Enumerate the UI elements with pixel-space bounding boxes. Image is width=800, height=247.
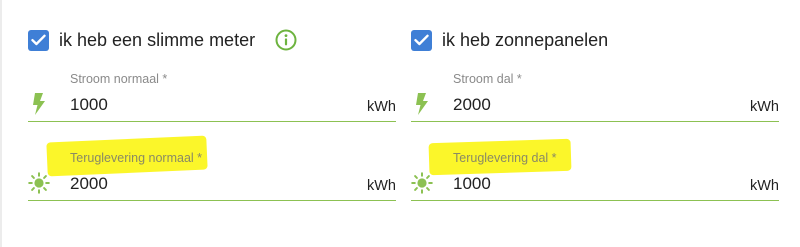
teruglevering-dal-label: Teruglevering dal * — [453, 151, 557, 165]
teruglevering-dal-input[interactable]: 1000 — [453, 174, 491, 194]
solar-panels-column: ik heb zonnepanelen Stroom dal * 2000 kW… — [411, 0, 779, 247]
smart-meter-checkbox-row[interactable]: ik heb een slimme meter — [28, 28, 297, 52]
stroom-dal-input[interactable]: 2000 — [453, 95, 491, 115]
lightning-icon — [411, 93, 433, 115]
sun-icon — [411, 172, 433, 194]
smart-meter-column: ik heb een slimme meter Stroom normaal *… — [28, 0, 396, 247]
info-icon[interactable] — [275, 29, 297, 51]
checkmark-icon — [414, 34, 429, 46]
lightning-icon — [28, 93, 50, 115]
teruglevering-normaal-label: Teruglevering normaal * — [70, 151, 203, 165]
stroom-dal-label: Stroom dal * — [453, 72, 522, 86]
panel-border — [0, 0, 2, 247]
stroom-dal-underline — [411, 121, 779, 122]
solar-panels-checkbox-row[interactable]: ik heb zonnepanelen — [411, 28, 608, 52]
solar-panels-checkbox[interactable] — [411, 29, 432, 51]
stroom-normaal-unit: kWh — [367, 99, 396, 115]
solar-panels-checkbox-label: ik heb zonnepanelen — [442, 29, 609, 50]
checkmark-icon — [31, 34, 46, 46]
teruglevering-normaal-underline — [28, 200, 396, 201]
teruglevering-dal-underline — [411, 200, 779, 201]
stroom-normaal-underline — [28, 121, 396, 122]
teruglevering-normaal-field[interactable]: Teruglevering normaal * 2000 kWh — [28, 135, 396, 205]
teruglevering-dal-unit: kWh — [750, 178, 779, 194]
teruglevering-dal-field[interactable]: Teruglevering dal * 1000 kWh — [411, 138, 779, 205]
stroom-normaal-input[interactable]: 1000 — [70, 95, 108, 115]
smart-meter-checkbox[interactable] — [28, 29, 49, 51]
stroom-normaal-field[interactable]: Stroom normaal * 1000 kWh — [28, 72, 396, 126]
sun-icon — [28, 172, 50, 194]
stroom-dal-unit: kWh — [750, 99, 779, 115]
teruglevering-normaal-unit: kWh — [367, 178, 396, 194]
stroom-normaal-label: Stroom normaal * — [70, 72, 168, 86]
stroom-dal-field[interactable]: Stroom dal * 2000 kWh — [411, 72, 779, 126]
smart-meter-checkbox-label: ik heb een slimme meter — [59, 29, 256, 50]
teruglevering-normaal-input[interactable]: 2000 — [70, 174, 108, 194]
